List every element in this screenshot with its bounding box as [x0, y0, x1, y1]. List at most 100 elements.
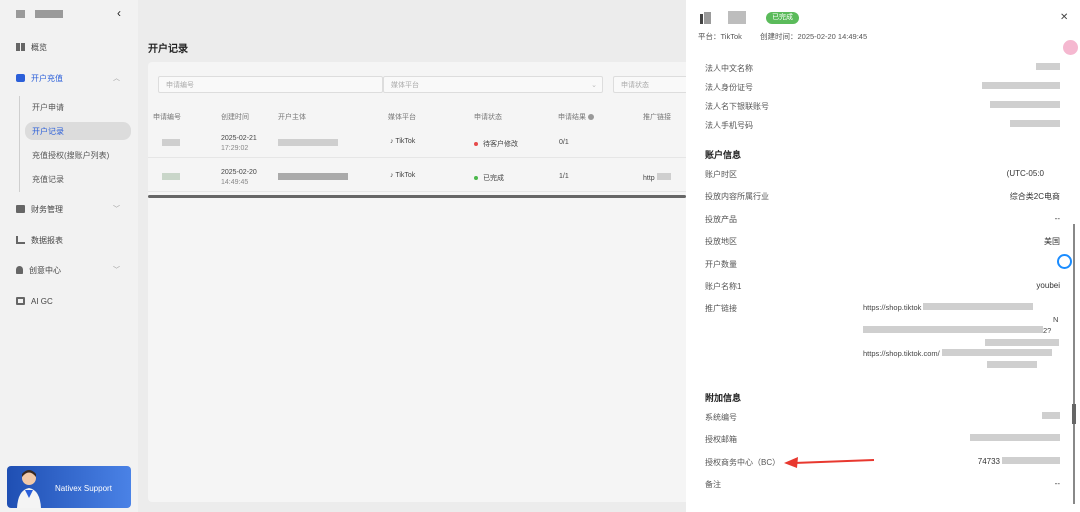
- field-label: 投放产品: [705, 215, 737, 224]
- status-filter-select[interactable]: 申请状态: [613, 76, 696, 93]
- chevron-down-icon: ﹀: [113, 206, 120, 213]
- field-value: [1036, 63, 1060, 72]
- grid-icon: [16, 43, 25, 51]
- drawer-subtitle: 平台：TikTok 创建时间：2025-02-20 14:49:45: [698, 31, 883, 42]
- link-cell[interactable]: http: [643, 173, 671, 182]
- promo-link-fragment: N: [1053, 315, 1059, 324]
- sidebar-item-label: 数据报表: [31, 235, 63, 245]
- field-value: 美国: [1044, 237, 1060, 246]
- vertical-scrollbar-track[interactable]: [1073, 224, 1075, 504]
- field-value: --: [1054, 214, 1060, 223]
- status-cell: 已完成: [474, 173, 504, 183]
- field-label: 法人身份证号: [705, 83, 753, 92]
- sidebar-sub-apply[interactable]: 开户申请: [25, 98, 131, 116]
- column-header: 媒体平台: [388, 114, 416, 121]
- field-account-name: 账户名称1 youbei: [705, 279, 1060, 295]
- platform-label: TikTok: [395, 138, 416, 145]
- sidebar-item-label: 概览: [31, 42, 47, 52]
- document-icon: [700, 12, 711, 24]
- link-text: https://shop.tiktok: [863, 303, 922, 312]
- promo-link-redacted: [985, 339, 1059, 348]
- cloud-icon[interactable]: [1057, 254, 1072, 269]
- section-extra-info: 附加信息: [705, 393, 742, 403]
- sidebar-item-label: AI GC: [31, 296, 53, 306]
- status-badge: 已完成: [766, 12, 799, 24]
- field-label: 账户名称1: [705, 282, 742, 291]
- field-legal-id: 法人身份证号: [705, 80, 1060, 96]
- ad-icon: [16, 74, 25, 82]
- table-row[interactable]: 2025-02-20 14:49:45 ♪ TikTok 已完成 1/1 htt…: [148, 162, 696, 192]
- collapse-chevron-icon[interactable]: ‹: [117, 6, 121, 20]
- column-header-result: 申请结果: [558, 112, 594, 122]
- field-account-count: 开户数量: [705, 257, 1060, 273]
- column-header: 申请编号: [153, 114, 181, 121]
- app-no-cell: [162, 173, 180, 182]
- sidebar: ‹ 概览 开户充值 ︿ 开户申请 开户记录 充值授权(搜账户列表) 充值记录 财…: [0, 0, 138, 512]
- sidebar-sub-recharge-auth[interactable]: 充值授权(搜账户列表): [25, 146, 131, 164]
- section-account-info: 账户信息: [705, 150, 742, 160]
- sidebar-item-label: 财务管理: [31, 204, 63, 214]
- table-row[interactable]: 2025-02-21 17:29:02 ♪ TikTok 待客户修改 0/1: [148, 128, 696, 158]
- promo-link-2[interactable]: 2?: [863, 326, 1051, 335]
- sidebar-item-label: 创意中心: [29, 265, 61, 275]
- sidebar-item-creative[interactable]: 创意中心 ﹀: [0, 261, 138, 279]
- field-value: [970, 434, 1060, 443]
- sidebar-item-aigc[interactable]: AI GC: [0, 292, 138, 310]
- tiktok-icon: ♪: [390, 138, 394, 145]
- promo-link-3[interactable]: https://shop.tiktok.com/: [863, 349, 1052, 358]
- column-header: 申请状态: [474, 114, 502, 121]
- sidebar-item-label: 开户充值: [31, 73, 63, 83]
- status-dot: [474, 142, 478, 147]
- field-label: 法人中文名称: [705, 64, 753, 73]
- chevron-down-icon: ﹀: [113, 267, 120, 274]
- promo-link-1[interactable]: https://shop.tiktok: [863, 303, 1034, 312]
- sidebar-item-account-open[interactable]: 开户充值 ︿: [0, 69, 138, 87]
- sidebar-sub-recharge-records[interactable]: 充值记录: [25, 170, 131, 188]
- app-no-filter-input[interactable]: 申请编号: [158, 76, 383, 93]
- field-label: 开户数量: [705, 260, 737, 269]
- support-banner[interactable]: Nativex Support: [7, 466, 131, 508]
- submenu-line: [19, 96, 20, 192]
- status-cell: 待客户修改: [474, 139, 518, 149]
- field-legal-name: 法人中文名称: [705, 61, 1060, 77]
- vertical-scrollbar-thumb[interactable]: [1072, 404, 1076, 424]
- field-label: 法人手机号码: [705, 121, 753, 130]
- translate-icon[interactable]: [1063, 40, 1078, 55]
- support-agent-avatar: [17, 470, 41, 508]
- drawer-header: 已完成 平台：TikTok 创建时间：2025-02-20 14:49:45 ✕: [686, 0, 1080, 44]
- field-value: [1010, 120, 1060, 129]
- platform-filter-select[interactable]: 媒体平台 ⌄: [383, 76, 603, 93]
- field-auth-bc: 授权商务中心（BC） 74733: [705, 455, 1060, 471]
- field-label: 账户时区: [705, 170, 737, 179]
- field-value: (UTC-05:0: [1006, 169, 1044, 178]
- sidebar-item-reports[interactable]: 数据报表: [0, 231, 138, 249]
- bar-chart-icon: [16, 236, 25, 244]
- entity-name-redacted: [728, 11, 746, 24]
- platform-label: TikTok: [395, 172, 416, 179]
- field-system-no: 系统编号: [705, 410, 1060, 426]
- entity-cell: [278, 139, 338, 148]
- date-cell: 2025-02-20: [221, 169, 257, 176]
- status-label: 待客户修改: [483, 141, 518, 148]
- field-value: [982, 82, 1060, 91]
- records-card: 申请编号 媒体平台 ⌄ 申请状态 申请编号 创建时间 开户主体 媒体平台 申请状态…: [148, 62, 696, 502]
- wallet-icon: [16, 205, 25, 213]
- field-value: youbei: [1036, 281, 1060, 290]
- field-value: 74733: [978, 457, 1060, 466]
- column-header: 创建时间: [221, 114, 249, 121]
- sidebar-item-overview[interactable]: 概览: [0, 38, 138, 56]
- result-cell: 0/1: [559, 139, 569, 146]
- field-promo-links: 推广链接 https://shop.tiktok N 2? https://sh…: [705, 301, 1060, 373]
- field-label: 授权商务中心（BC）: [705, 458, 781, 467]
- sidebar-sub-records[interactable]: 开户记录: [25, 122, 131, 140]
- link-text: http: [643, 175, 655, 182]
- help-icon[interactable]: [587, 114, 594, 121]
- right-rail: [1057, 0, 1080, 512]
- horizontal-scrollbar[interactable]: [148, 195, 686, 198]
- tiktok-icon: ♪: [390, 172, 394, 179]
- column-header: 开户主体: [278, 114, 306, 121]
- sidebar-item-finance[interactable]: 财务管理 ﹀: [0, 200, 138, 218]
- chevron-up-icon: ︿: [113, 75, 120, 82]
- entity-cell: [278, 173, 348, 182]
- field-legal-phone: 法人手机号码: [705, 118, 1060, 134]
